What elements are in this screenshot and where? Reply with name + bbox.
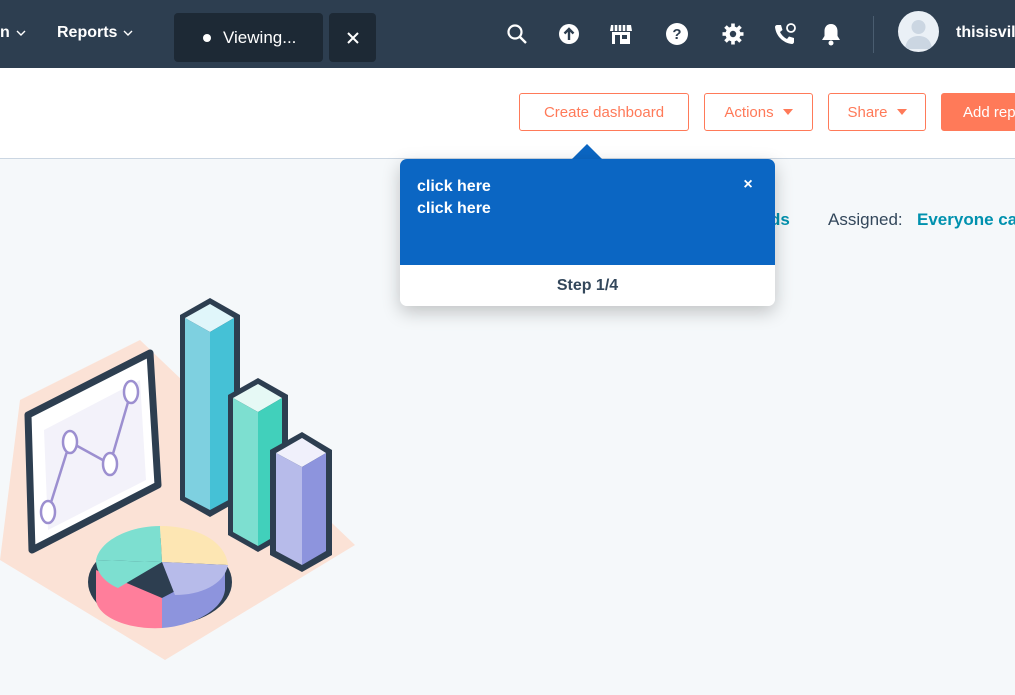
bell-icon[interactable] [819,22,843,46]
assigned-filter-label: Assigned: [828,210,903,229]
caret-down-icon [896,109,907,115]
phone-calling-icon[interactable] [773,22,797,46]
actions-button[interactable]: Actions [704,93,813,131]
caret-down-icon [782,109,793,115]
upgrade-arrow-icon[interactable] [557,22,581,46]
top-navigation: n Reports Viewing... ? thisisvil [0,0,1015,68]
add-report-button[interactable]: Add rep [941,93,1015,131]
viewing-indicator[interactable]: Viewing... [174,13,323,62]
dashboard-header: Create dashboard Actions Share Add rep [0,68,1015,159]
empty-dashboard-illustration [0,298,355,660]
tooltip-body: click here click here [400,159,775,265]
close-viewing-button[interactable] [329,13,376,62]
tooltip-text-line-2: click here [417,200,491,217]
chevron-down-icon [123,30,133,36]
nav-item-reports-label: Reports [57,24,118,41]
help-icon[interactable]: ? [665,22,689,46]
avatar[interactable] [898,11,939,52]
account-name[interactable]: thisisvil [956,24,1015,42]
status-dot-icon [203,33,211,42]
assigned-filter-value[interactable]: Everyone ca [917,210,1015,230]
tooltip-close-icon[interactable]: × [741,176,755,194]
tooltip-step-indicator: Step 1/4 [400,265,775,306]
nav-divider [873,16,874,53]
nav-item-partial[interactable]: n [0,24,26,42]
search-icon[interactable] [505,22,529,46]
tooltip-pointer [572,144,602,159]
share-button[interactable]: Share [828,93,926,131]
nav-item-reports[interactable]: Reports [57,24,133,42]
gear-icon[interactable] [721,22,745,46]
tooltip-text-line-1: click here [417,178,491,195]
viewing-label: Viewing... [223,27,297,47]
actions-button-label: Actions [724,103,774,121]
marketplace-store-icon[interactable] [609,22,633,46]
svg-text:?: ? [672,26,681,43]
close-icon [346,31,359,44]
nav-item-partial-label: n [0,24,10,41]
onboarding-tooltip: click here click here Step 1/4 [400,159,775,306]
create-dashboard-button[interactable]: Create dashboard [519,93,689,131]
chevron-down-icon [16,30,26,36]
share-button-label: Share [847,103,888,121]
